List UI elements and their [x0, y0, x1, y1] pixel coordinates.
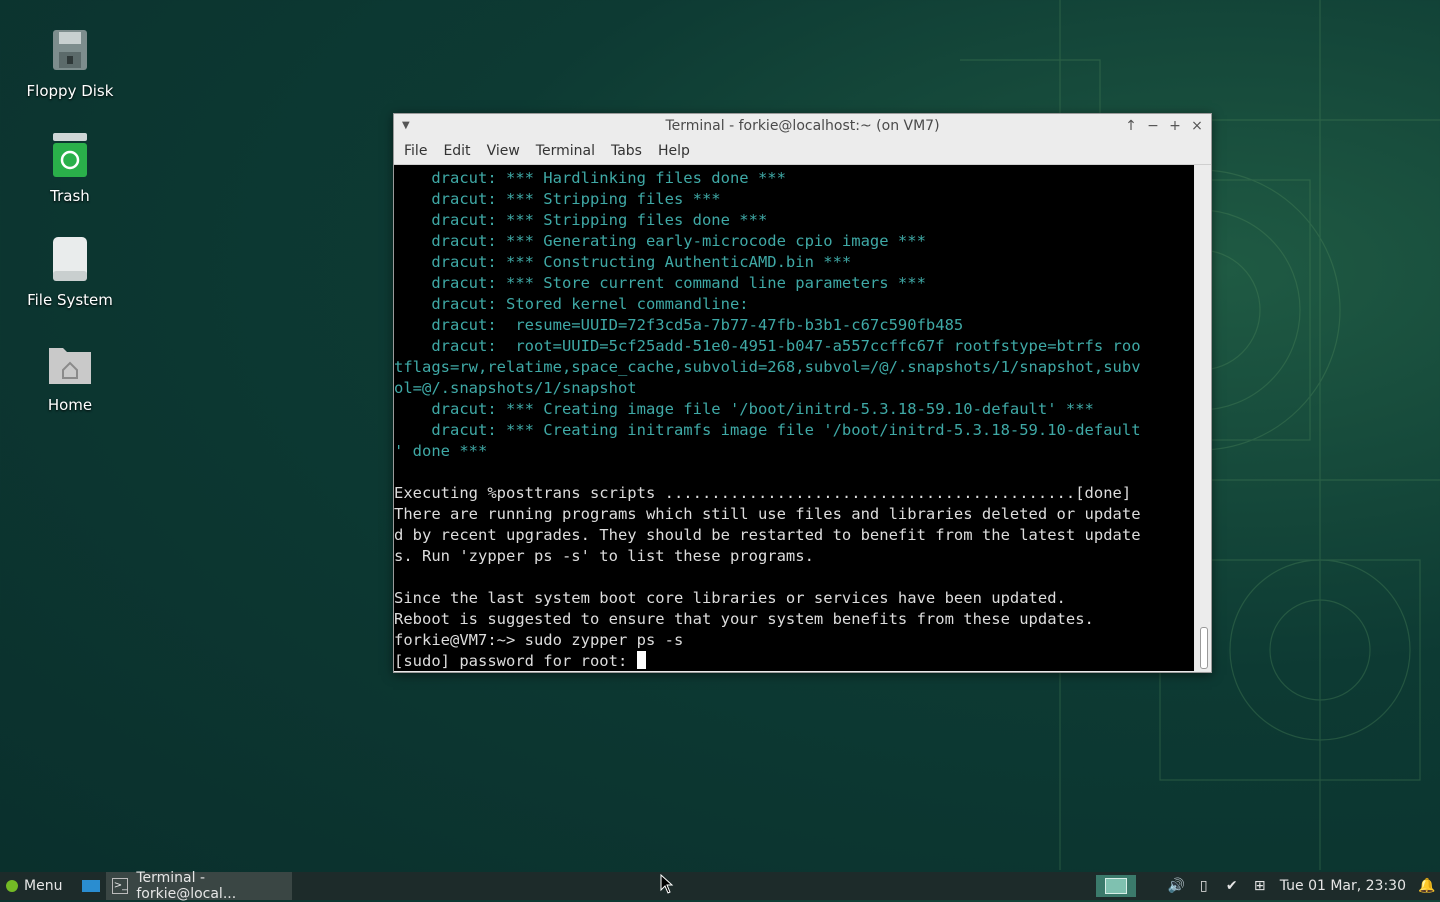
terminal-line: Reboot is suggested to ensure that your … [394, 610, 1094, 628]
desktop-icon-file-system[interactable]: File System [10, 235, 130, 309]
menu-tabs[interactable]: Tabs [603, 138, 650, 164]
terminal-line: s. Run 'zypper ps -s' to list these prog… [394, 547, 814, 565]
terminal-line: dracut: resume=UUID=72f3cd5a-7b77-47fb-b… [394, 316, 964, 334]
terminal-line: dracut: *** Store current command line p… [394, 274, 926, 292]
floppy-disk-icon [45, 26, 95, 76]
drive-icon [45, 235, 95, 285]
updates-check-icon[interactable]: ✔ [1224, 878, 1240, 894]
terminal-line: d by recent upgrades. They should be res… [394, 526, 1141, 544]
terminal-icon: >_ [112, 878, 129, 894]
desktop-icon-floppy-disk[interactable]: Floppy Disk [10, 26, 130, 100]
mouse-pointer-icon [660, 874, 674, 894]
terminal-lines: dracut: *** Hardlinking files done *** d… [394, 165, 1194, 671]
desktop-icon-label: File System [27, 291, 113, 309]
workspace-switcher[interactable] [1095, 875, 1136, 897]
minimize-button[interactable]: − [1145, 114, 1161, 138]
terminal-line: dracut: *** Constructing AuthenticAMD.bi… [394, 253, 852, 271]
terminal-line: dracut: Stored kernel commandline: [394, 295, 749, 313]
menu-help[interactable]: Help [650, 138, 698, 164]
start-menu-label: Menu [24, 878, 63, 894]
menu-edit[interactable]: Edit [435, 138, 478, 164]
text-cursor [636, 651, 646, 669]
terminal-window[interactable]: ▼ Terminal - forkie@localhost:~ (on VM7)… [393, 113, 1212, 673]
terminal-line: forkie@VM7:~> sudo zypper ps -s [394, 631, 684, 649]
sudo-password-prompt: [sudo] password for root: [394, 652, 637, 670]
workspace-1[interactable] [1104, 878, 1127, 894]
clock[interactable]: Tue 01 Mar, 23:30 [1280, 878, 1406, 894]
terminal-line: ol=@/.snapshots/1/snapshot [394, 379, 637, 397]
terminal-line: dracut: *** Generating early-microcode c… [394, 232, 926, 250]
desktop-icon-label: Trash [50, 187, 90, 205]
taskbar-task-terminal[interactable]: >_ Terminal - forkie@local... [106, 870, 293, 902]
terminal-line: dracut: *** Creating initramfs image fil… [394, 421, 1141, 439]
scrollbar-thumb[interactable] [1200, 627, 1208, 669]
desktop-icon-home[interactable]: Home [10, 340, 130, 414]
terminal-scrollbar[interactable] [1195, 165, 1211, 671]
menu-view[interactable]: View [479, 138, 528, 164]
network-icon[interactable]: ⊞ [1252, 878, 1268, 894]
battery-icon[interactable]: ▯ [1196, 878, 1212, 894]
terminal-line: Since the last system boot core librarie… [394, 589, 1066, 607]
window-title: Terminal - forkie@localhost:~ (on VM7) [665, 118, 940, 134]
window-menu-icon[interactable]: ▼ [402, 114, 410, 138]
desktop-icon-trash[interactable]: Trash [10, 131, 130, 205]
close-button[interactable]: × [1189, 114, 1205, 138]
volume-icon[interactable]: 🔊 [1168, 878, 1185, 894]
terminal-line: tflags=rw,relatime,space_cache,subvolid=… [394, 358, 1141, 376]
task-label: Terminal - forkie@local... [136, 870, 237, 902]
terminal-line: dracut: *** Stripping files *** [394, 190, 721, 208]
terminal-line: ' done *** [394, 442, 488, 460]
bell-icon[interactable]: 🔔 [1418, 878, 1435, 894]
terminal-line: dracut: *** Stripping files done *** [394, 211, 768, 229]
home-folder-icon [45, 340, 95, 390]
desktop-icon-label: Floppy Disk [26, 82, 114, 100]
terminal-line: dracut: root=UUID=5cf25add-51e0-4951-b04… [394, 337, 1141, 355]
desktop-icon-label: Home [47, 396, 93, 414]
terminal-line: Executing %posttrans scripts ...........… [394, 484, 1132, 502]
terminal-line: dracut: *** Hardlinking files done *** [394, 169, 786, 187]
window-titlebar[interactable]: ▼ Terminal - forkie@localhost:~ (on VM7)… [394, 114, 1211, 138]
trash-icon [45, 131, 95, 181]
opensuse-logo-icon [6, 880, 18, 892]
maximize-button[interactable]: + [1167, 114, 1183, 138]
terminal-line: dracut: *** Creating image file '/boot/i… [394, 400, 1094, 418]
start-menu-button[interactable]: Menu [0, 872, 68, 900]
menu-file[interactable]: File [396, 138, 435, 164]
show-desktop-icon[interactable] [82, 880, 101, 892]
terminal-output[interactable]: dracut: *** Hardlinking files done *** d… [394, 165, 1194, 671]
keep-above-button[interactable]: ↑ [1123, 114, 1139, 138]
menu-terminal[interactable]: Terminal [528, 138, 603, 164]
terminal-line: There are running programs which still u… [394, 505, 1141, 523]
terminal-prompt-line: [sudo] password for root: [394, 651, 1194, 671]
taskbar: Menu >_ Terminal - forkie@local... 🔊 ▯ ✔… [0, 870, 1440, 902]
menu-bar: File Edit View Terminal Tabs Help [394, 138, 1211, 165]
